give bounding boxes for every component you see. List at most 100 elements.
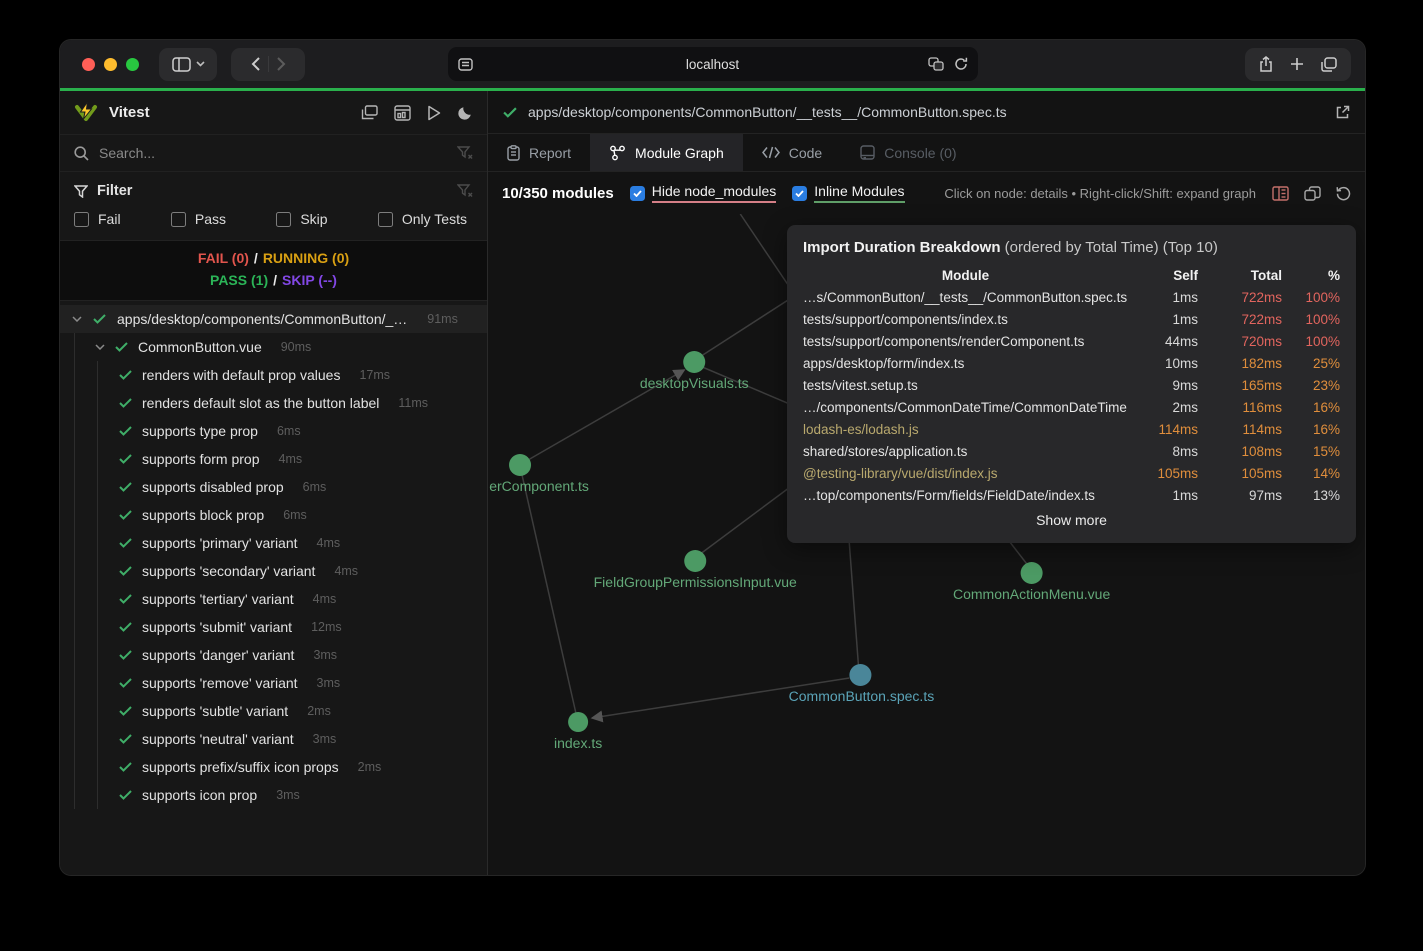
new-tab-icon[interactable]	[1290, 57, 1304, 71]
forward-button[interactable]	[277, 57, 286, 71]
translate-icon[interactable]	[928, 57, 944, 71]
graph-node-commonactionmenu[interactable]	[1021, 562, 1043, 584]
open-external-icon[interactable]	[1335, 105, 1350, 120]
pass-check-icon	[119, 566, 132, 576]
test-file-time: 91ms	[427, 312, 458, 326]
filter-icon	[74, 185, 88, 198]
sidebar: Vitest	[60, 91, 488, 875]
search-input[interactable]	[99, 145, 447, 161]
test-row[interactable]: supports 'primary' variant4ms	[60, 529, 487, 557]
expand-frames-icon[interactable]	[1304, 186, 1321, 201]
show-more-button[interactable]: Show more	[803, 512, 1340, 528]
test-row[interactable]: supports type prop6ms	[60, 417, 487, 445]
vitest-logo-icon	[74, 101, 98, 124]
filter-skip-checkbox[interactable]: Skip	[276, 211, 327, 227]
test-row[interactable]: renders default slot as the button label…	[60, 389, 487, 417]
pass-check-icon	[119, 706, 132, 716]
test-suite-row[interactable]: CommonButton.vue 90ms	[60, 333, 487, 361]
run-all-icon[interactable]	[427, 105, 441, 121]
test-row[interactable]: supports disabled prop6ms	[60, 473, 487, 501]
checkbox-icon	[74, 212, 89, 227]
legend-icon[interactable]	[1272, 186, 1289, 201]
pass-check-icon	[119, 678, 132, 688]
sidebar-toggle-button[interactable]	[159, 48, 217, 81]
test-suite-label: CommonButton.vue	[138, 339, 262, 355]
test-row[interactable]: supports prefix/suffix icon props2ms	[60, 753, 487, 781]
test-row[interactable]: supports block prop6ms	[60, 501, 487, 529]
chevron-down-icon[interactable]	[72, 316, 82, 322]
test-file-row[interactable]: apps/desktop/components/CommonButton/_… …	[60, 305, 487, 333]
table-row[interactable]: …s/CommonButton/__tests__/CommonButton.s…	[803, 287, 1340, 309]
graph-node-index[interactable]	[568, 712, 588, 732]
table-row[interactable]: …/components/CommonDateTime/CommonDateTi…	[803, 397, 1340, 419]
table-row[interactable]: tests/support/components/renderComponent…	[803, 331, 1340, 353]
test-row[interactable]: supports 'secondary' variant4ms	[60, 557, 487, 585]
tab-module-graph[interactable]: Module Graph	[590, 134, 743, 171]
graph-node-label: erComponent.ts	[489, 478, 589, 494]
filter-only-tests-checkbox[interactable]: Only Tests	[378, 211, 467, 227]
share-icon[interactable]	[1259, 56, 1273, 72]
pass-check-icon	[503, 107, 517, 118]
graph-node-desktopvisuals[interactable]	[683, 351, 705, 373]
nav-buttons	[231, 48, 305, 81]
table-row[interactable]: shared/stores/application.ts8ms108ms15%	[803, 441, 1340, 463]
test-row[interactable]: renders with default prop values17ms	[60, 361, 487, 389]
sidebar-toggle-icon	[172, 57, 191, 72]
test-row[interactable]: supports 'neutral' variant3ms	[60, 725, 487, 753]
dark-mode-icon[interactable]	[457, 105, 473, 121]
pass-check-icon	[119, 482, 132, 492]
checked-checkbox-icon	[792, 186, 807, 201]
test-tree: apps/desktop/components/CommonButton/_… …	[60, 301, 487, 875]
inline-modules-checkbox[interactable]: Inline Modules	[792, 183, 904, 203]
clear-filter-icon[interactable]	[457, 184, 473, 198]
pass-check-icon	[119, 594, 132, 604]
filter-label: Filter	[97, 183, 132, 199]
test-row[interactable]: supports icon prop3ms	[60, 781, 487, 809]
test-row[interactable]: supports 'tertiary' variant4ms	[60, 585, 487, 613]
graph-node-fieldgrouppermissionsinput[interactable]	[684, 550, 706, 572]
filter-fail-checkbox[interactable]: Fail	[74, 211, 121, 227]
table-row[interactable]: @testing-library/vue/dist/index.js105ms1…	[803, 463, 1340, 485]
browser-toolbar: localhost	[60, 40, 1365, 88]
pass-check-icon	[119, 370, 132, 380]
tab-console[interactable]: Console (0)	[841, 134, 975, 171]
table-row[interactable]: tests/vitest.setup.ts9ms165ms23%	[803, 375, 1340, 397]
coverage-icon[interactable]	[394, 105, 411, 121]
import-duration-table: Module Self Total % …s/CommonButton/__te…	[803, 265, 1340, 507]
pass-check-icon	[119, 510, 132, 520]
file-header: apps/desktop/components/CommonButton/__t…	[488, 91, 1365, 134]
chevron-down-icon[interactable]	[95, 344, 105, 350]
zoom-window-button[interactable]	[126, 58, 139, 71]
dashboard-icon[interactable]	[361, 105, 378, 120]
table-row[interactable]: …top/components/Form/fields/FieldDate/in…	[803, 485, 1340, 507]
module-graph-canvas[interactable]: desktopVisuals.ts erComponent.ts FieldGr…	[488, 214, 1365, 875]
fail-count: FAIL (0)	[198, 250, 249, 266]
test-suite-time: 90ms	[281, 340, 312, 354]
table-row[interactable]: tests/support/components/index.ts1ms722m…	[803, 309, 1340, 331]
address-bar[interactable]: localhost	[448, 47, 978, 81]
graph-node-rendercomponent[interactable]	[509, 454, 531, 476]
tab-overview-icon[interactable]	[1321, 57, 1337, 72]
tab-code[interactable]: Code	[743, 134, 841, 171]
test-row[interactable]: supports 'remove' variant3ms	[60, 669, 487, 697]
minimize-window-button[interactable]	[104, 58, 117, 71]
tab-report[interactable]: Report	[488, 134, 590, 171]
reload-icon[interactable]	[954, 57, 968, 71]
close-window-button[interactable]	[82, 58, 95, 71]
test-row[interactable]: supports form prop4ms	[60, 445, 487, 473]
filter-pass-checkbox[interactable]: Pass	[171, 211, 226, 227]
pass-check-icon	[119, 650, 132, 660]
table-header: Module Self Total %	[803, 265, 1340, 287]
test-row[interactable]: supports 'subtle' variant2ms	[60, 697, 487, 725]
table-row[interactable]: apps/desktop/form/index.ts10ms182ms25%	[803, 353, 1340, 375]
back-button[interactable]	[251, 57, 260, 71]
clear-search-filter-icon[interactable]	[457, 146, 473, 160]
test-row[interactable]: supports 'submit' variant12ms	[60, 613, 487, 641]
table-row[interactable]: lodash-es/lodash.js114ms114ms16%	[803, 419, 1340, 441]
reset-graph-icon[interactable]	[1336, 186, 1351, 201]
test-row[interactable]: supports 'danger' variant3ms	[60, 641, 487, 669]
graph-node-commonbutton-spec[interactable]	[849, 664, 871, 686]
pass-count: PASS (1)	[210, 272, 268, 288]
pass-check-icon	[119, 538, 132, 548]
hide-node-modules-checkbox[interactable]: Hide node_modules	[630, 183, 777, 203]
